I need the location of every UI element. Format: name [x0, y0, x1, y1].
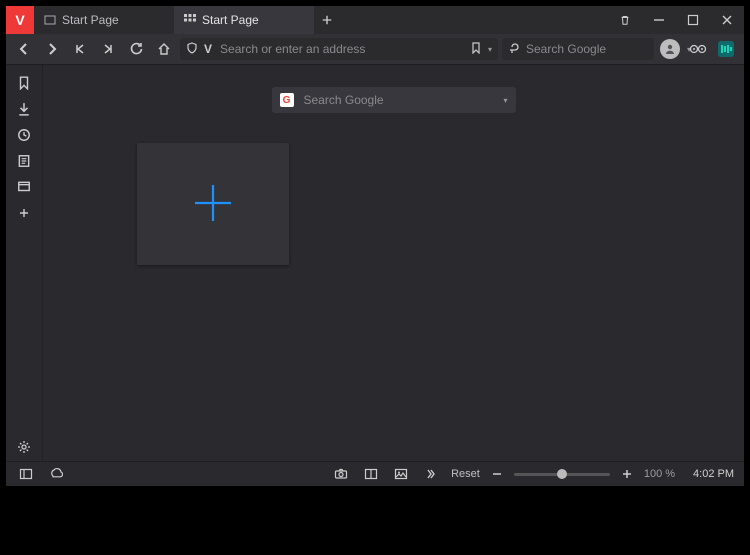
speed-dial-add-tile[interactable]: [137, 143, 289, 265]
toolbar: V ▾ ▾: [6, 34, 744, 65]
main-area: G ▾: [6, 65, 744, 461]
extension-eyes-icon[interactable]: [688, 39, 708, 59]
chevron-down-icon[interactable]: ▾: [488, 45, 492, 54]
tab-title: Start Page: [202, 13, 259, 27]
new-tab-button[interactable]: [314, 6, 340, 34]
forward-button[interactable]: [40, 37, 64, 61]
panel-window-button[interactable]: [10, 175, 38, 199]
panel-history-button[interactable]: [10, 123, 38, 147]
speed-dial-icon: [184, 14, 196, 26]
panel-downloads-button[interactable]: [10, 97, 38, 121]
trash-tab-button[interactable]: [608, 6, 642, 34]
address-input[interactable]: [218, 41, 464, 57]
zoom-in-button[interactable]: [620, 464, 634, 484]
reload-button[interactable]: [124, 37, 148, 61]
page-actions-button[interactable]: [421, 464, 441, 484]
fast-forward-button[interactable]: [96, 37, 120, 61]
tiling-button[interactable]: [361, 464, 381, 484]
tab-active[interactable]: Start Page: [174, 6, 314, 34]
status-bar: Reset 100 % 4:02 PM: [6, 461, 744, 486]
tab-inactive[interactable]: Start Page: [34, 6, 174, 34]
sync-status-button[interactable]: [46, 464, 66, 484]
speed-dial-search-input[interactable]: [302, 92, 496, 108]
close-button[interactable]: [710, 6, 744, 34]
plus-icon: [191, 181, 235, 228]
window-controls: [608, 6, 744, 34]
zoom-reset-button[interactable]: Reset: [451, 468, 480, 480]
profile-button[interactable]: [660, 39, 680, 59]
address-bar[interactable]: V ▾: [180, 38, 498, 60]
bookmark-icon[interactable]: [470, 42, 482, 57]
site-info-icon: V: [204, 42, 212, 56]
capture-button[interactable]: [331, 464, 351, 484]
search-engine-icon: [508, 42, 520, 57]
back-button[interactable]: [12, 37, 36, 61]
vivaldi-logo-icon: V: [15, 12, 24, 28]
speed-dial-search[interactable]: G ▾: [272, 87, 516, 113]
speed-dial-grid: [43, 113, 744, 265]
panel-bookmarks-button[interactable]: [10, 71, 38, 95]
rewind-button[interactable]: [68, 37, 92, 61]
zoom-out-button[interactable]: [490, 464, 504, 484]
minimize-button[interactable]: [642, 6, 676, 34]
side-panel: [6, 65, 43, 461]
panel-add-button[interactable]: [10, 201, 38, 225]
clock[interactable]: 4:02 PM: [693, 468, 734, 480]
zoom-slider-thumb[interactable]: [557, 469, 567, 479]
titlebar: V Start Page Start Page: [6, 6, 744, 34]
chevron-down-icon[interactable]: ▾: [503, 96, 507, 105]
browser-frame: V Start Page Start Page: [6, 6, 744, 486]
google-icon: G: [280, 93, 294, 107]
home-button[interactable]: [152, 37, 176, 61]
extension-dashlane-icon[interactable]: [716, 39, 736, 59]
zoom-slider[interactable]: [514, 473, 610, 476]
zoom-level-label: 100 %: [644, 468, 675, 480]
maximize-button[interactable]: [676, 6, 710, 34]
settings-button[interactable]: [10, 435, 38, 459]
app-window: V Start Page Start Page: [0, 0, 750, 555]
tab-title: Start Page: [62, 13, 119, 27]
tab-favicon-icon: [44, 14, 56, 26]
shield-icon: [186, 42, 198, 57]
images-toggle-button[interactable]: [391, 464, 411, 484]
panel-notes-button[interactable]: [10, 149, 38, 173]
search-bar[interactable]: ▾: [502, 38, 654, 60]
panel-toggle-button[interactable]: [16, 464, 36, 484]
start-page-content: G ▾: [43, 65, 744, 461]
app-menu-button[interactable]: V: [6, 6, 34, 34]
